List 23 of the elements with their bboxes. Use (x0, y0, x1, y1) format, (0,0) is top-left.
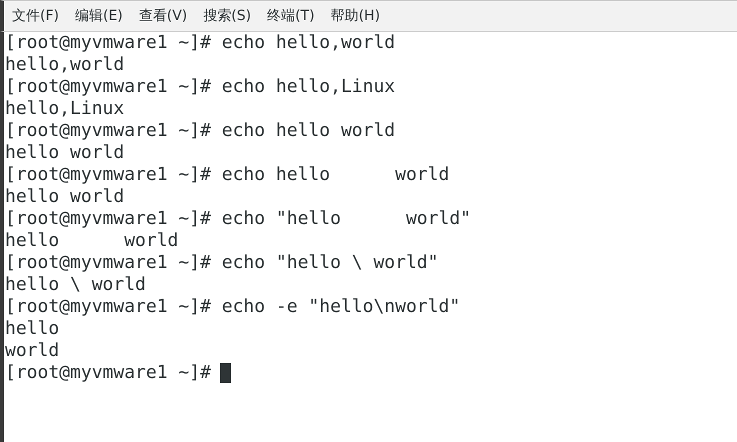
terminal-line: [root@myvmware1 ~]# echo hello world (5, 120, 396, 142)
terminal-line: [root@myvmware1 ~]# (5, 362, 211, 384)
terminal-line: hello,Linux (5, 98, 124, 120)
terminal-line: hello world (5, 186, 124, 208)
terminal-line: [root@myvmware1 ~]# echo hello,world (5, 32, 396, 54)
terminal-line: [root@myvmware1 ~]# echo hello,Linux (5, 76, 396, 98)
menu-item[interactable]: 文件(F) (10, 6, 61, 26)
terminal-line: [root@myvmware1 ~]# echo "hello world" (5, 208, 471, 230)
terminal-line: world (5, 340, 60, 362)
terminal-line: hello world (5, 230, 178, 252)
terminal-line: hello world (5, 142, 124, 164)
terminal-line: hello \ world (5, 274, 146, 296)
terminal-line: [root@myvmware1 ~]# echo -e "hello\nworld" (5, 296, 460, 318)
menu-item[interactable]: 帮助(H) (328, 6, 382, 26)
text-cursor (220, 363, 231, 383)
terminal-line: [root@myvmware1 ~]# echo hello world (5, 164, 450, 186)
menu-item[interactable]: 搜索(S) (201, 6, 254, 26)
menu-item[interactable]: 编辑(E) (72, 6, 125, 26)
menu-item[interactable]: 终端(T) (265, 6, 317, 26)
terminal-line: hello,world (5, 54, 124, 76)
terminal-line: hello (5, 318, 60, 340)
terminal-line: [root@myvmware1 ~]# echo "hello \ world" (5, 252, 438, 274)
menu-item[interactable]: 查看(V) (136, 6, 190, 26)
